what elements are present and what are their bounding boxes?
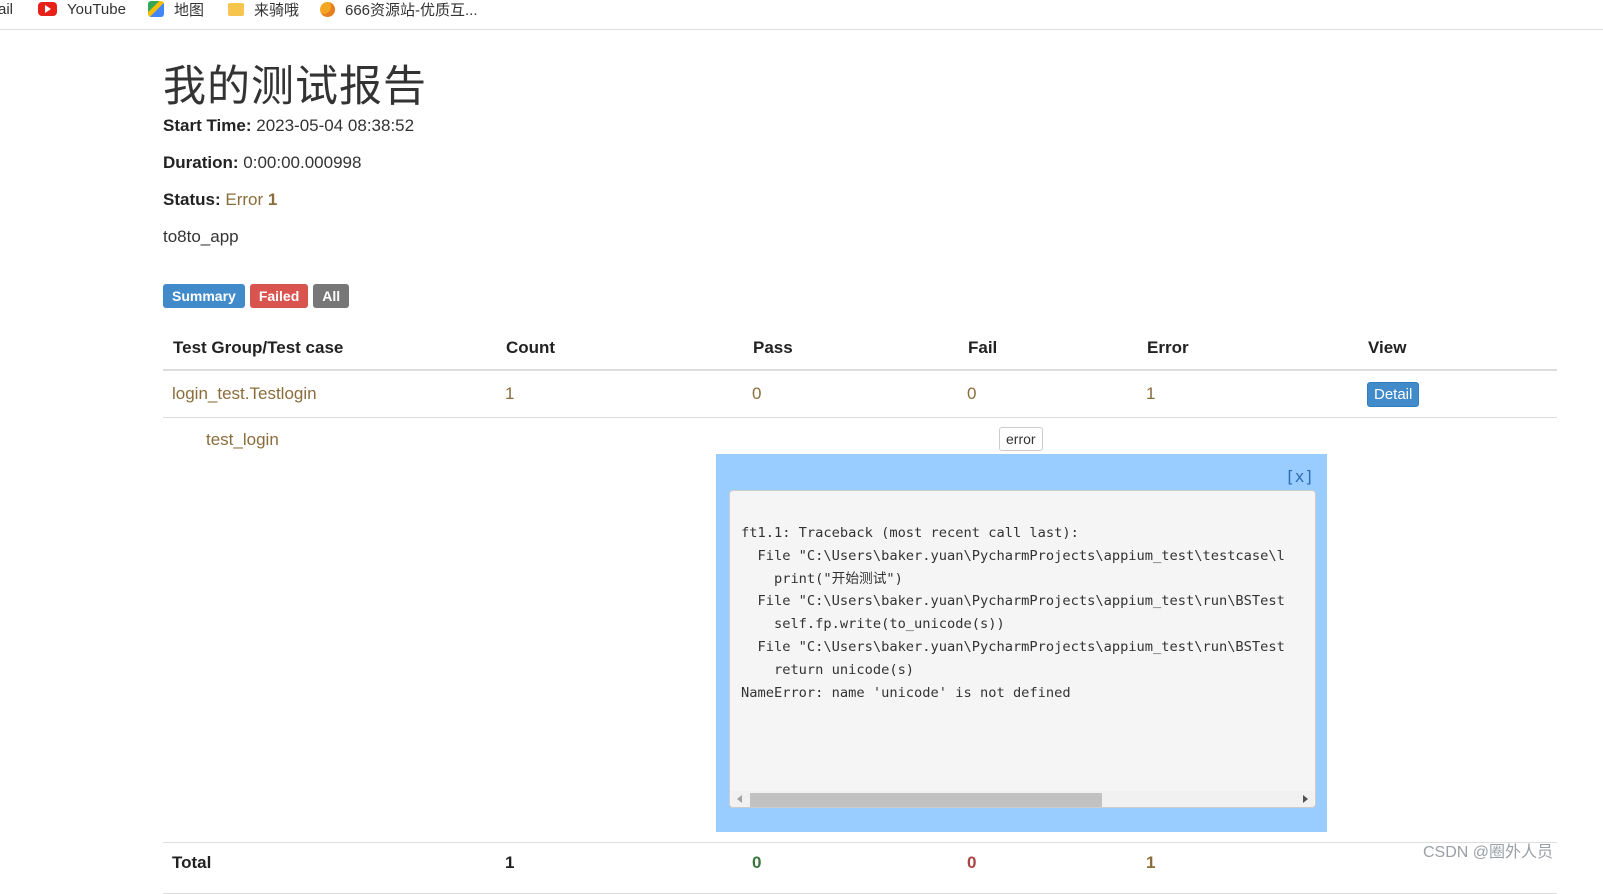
page-title: 我的测试报告 [163,62,427,112]
duration-value: 0:00:00.000998 [243,153,362,172]
scroll-right-icon[interactable] [1303,795,1308,803]
bookmark-label: 地图 [174,1,205,19]
bookmark-label: YouTube [67,0,126,18]
scroll-left-icon[interactable] [737,795,742,803]
start-time-label: Start Time: [163,116,252,135]
bookmark-mail[interactable]: ail [0,0,13,18]
col-header-view: View [1358,326,1557,371]
group-name: login_test.Testlogin [163,370,496,418]
col-header-fail: Fail [958,326,1137,371]
filter-buttons: Summary Failed All [163,284,350,308]
bookmark-label: 来骑哦 [254,1,300,19]
detail-button[interactable]: Detail [1367,381,1420,407]
start-time-value: 2023-05-04 08:38:52 [256,116,415,135]
error-status-link[interactable]: error [999,427,1043,451]
bookmark-maps[interactable]: 地图 [148,0,205,19]
duration: Duration: 0:00:00.000998 [163,153,361,173]
col-header-error: Error [1137,326,1358,371]
group-view: Detail [1358,370,1557,418]
report-description: to8to_app [163,227,239,246]
status-text: Error [225,190,264,209]
site-icon [320,1,335,17]
group-count: 1 [496,370,743,418]
folder-icon [228,2,244,16]
bookmark-folder[interactable]: 来骑哦 [228,0,300,19]
bookmark-label: 666资源站-优质互... [345,1,478,19]
table-row: login_test.Testlogin 1 0 0 1 Detail [163,370,1557,418]
traceback-box: ft1.1: Traceback (most recent call last)… [729,490,1316,808]
close-popup-button[interactable]: [x] [1285,467,1314,486]
status-label: Status: [163,190,221,209]
failed-button[interactable]: Failed [249,284,309,308]
horizontal-scrollbar[interactable] [731,791,1314,807]
all-button[interactable]: All [313,284,350,308]
group-error: 1 [1137,370,1358,418]
status-value: Error 1 [225,190,277,209]
case-name: test_login [206,430,279,449]
maps-icon [148,1,164,17]
col-header-count: Count [496,326,743,371]
watermark: CSDN @圈外人员 [1422,844,1553,861]
col-header-pass: Pass [743,326,958,371]
bookmark-label: ail [0,0,14,18]
traceback-text: ft1.1: Traceback (most recent call last)… [741,525,1285,701]
col-header-test-case: Test Group/Test case [163,326,496,371]
summary-button[interactable]: Summary [163,284,245,308]
bookmark-youtube[interactable]: YouTube [38,0,126,18]
group-fail: 0 [958,370,1137,418]
status-count: 1 [267,190,278,209]
duration-label: Duration: [163,153,239,172]
youtube-icon [38,2,57,16]
traceback-popup: [x] ft1.1: Traceback (most recent call l… [716,454,1327,832]
scrollbar-thumb[interactable] [750,793,1102,807]
group-pass: 0 [743,370,958,418]
bookmarks-bar: ail YouTube 地图 来骑哦 666资源站-优质互... [0,0,1603,30]
start-time: Start Time: 2023-05-04 08:38:52 [163,116,414,136]
table-header-row: Test Group/Test case Count Pass Fail Err… [163,326,1557,371]
bookmark-site[interactable]: 666资源站-优质互... [320,0,478,19]
status: Status: Error 1 [163,190,277,210]
